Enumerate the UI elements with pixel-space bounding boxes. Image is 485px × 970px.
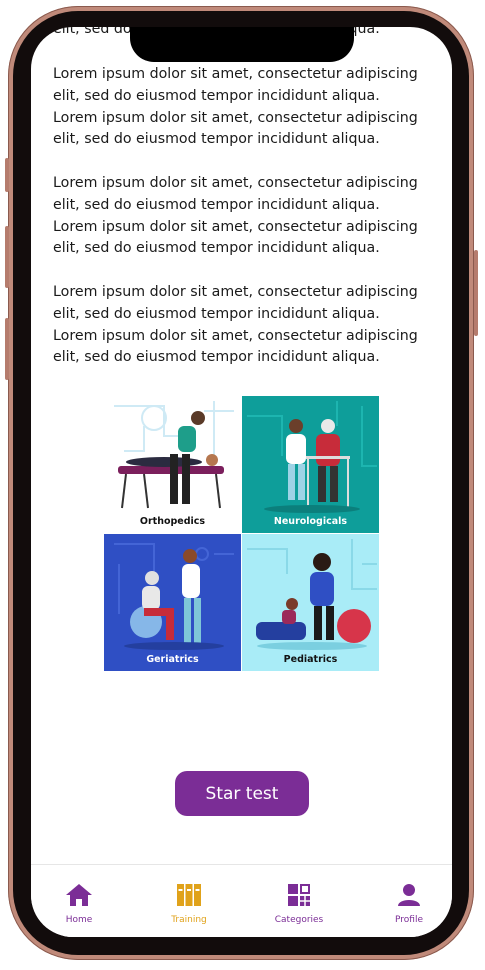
- nav-item-training[interactable]: Training: [149, 883, 229, 925]
- nav-label-home: Home: [65, 915, 93, 925]
- nav-label-categories: Categories: [274, 915, 324, 925]
- tile-pediatrics: Pediatrics: [242, 534, 379, 671]
- pediatrics-illustration: [242, 534, 379, 671]
- volume-up-button: [5, 226, 9, 288]
- tile-label-orthopedics: Orthopedics: [139, 516, 206, 527]
- nav-item-home[interactable]: Home: [39, 883, 119, 925]
- paragraph-3: Lorem ipsum dolor sit amet, consectetur …: [53, 284, 418, 366]
- nav-label-profile: Profile: [395, 915, 423, 925]
- home-icon: [66, 884, 92, 906]
- physiotherapy-categories-image: Orthopedics Neurologicals Geriatrics Ped…: [104, 396, 379, 671]
- tile-geriatrics: Geriatrics: [104, 534, 241, 671]
- tile-label-pediatrics: Pediatrics: [283, 654, 338, 665]
- orthopedics-illustration: [104, 396, 241, 533]
- nav-label-training: Training: [171, 915, 207, 925]
- tile-neurologicals: Neurologicals: [242, 396, 379, 533]
- mute-switch: [5, 158, 9, 192]
- power-button: [474, 250, 478, 336]
- neurologicals-illustration: [242, 396, 379, 533]
- tile-label-neurologicals: Neurologicals: [273, 516, 348, 527]
- categories-grid-icon: [288, 884, 310, 906]
- tile-label-geriatrics: Geriatrics: [146, 654, 199, 665]
- nav-item-categories[interactable]: Categories: [259, 883, 339, 925]
- profile-icon: [398, 884, 420, 906]
- app-screen: elit, sed do eiusmod tempor incididunt a…: [31, 27, 452, 937]
- bottom-navigation: Home Training Categories Profile: [31, 864, 452, 937]
- nav-item-profile[interactable]: Profile: [369, 883, 449, 925]
- volume-down-button: [5, 318, 9, 380]
- notch: [130, 27, 354, 62]
- training-books-icon: [177, 884, 201, 906]
- tile-orthopedics: Orthopedics: [104, 396, 241, 533]
- paragraph-1: Lorem ipsum dolor sit amet, consectetur …: [53, 66, 418, 148]
- geriatrics-illustration: [104, 534, 241, 671]
- start-test-button[interactable]: Star test: [175, 771, 309, 816]
- paragraph-2: Lorem ipsum dolor sit amet, consectetur …: [53, 175, 418, 257]
